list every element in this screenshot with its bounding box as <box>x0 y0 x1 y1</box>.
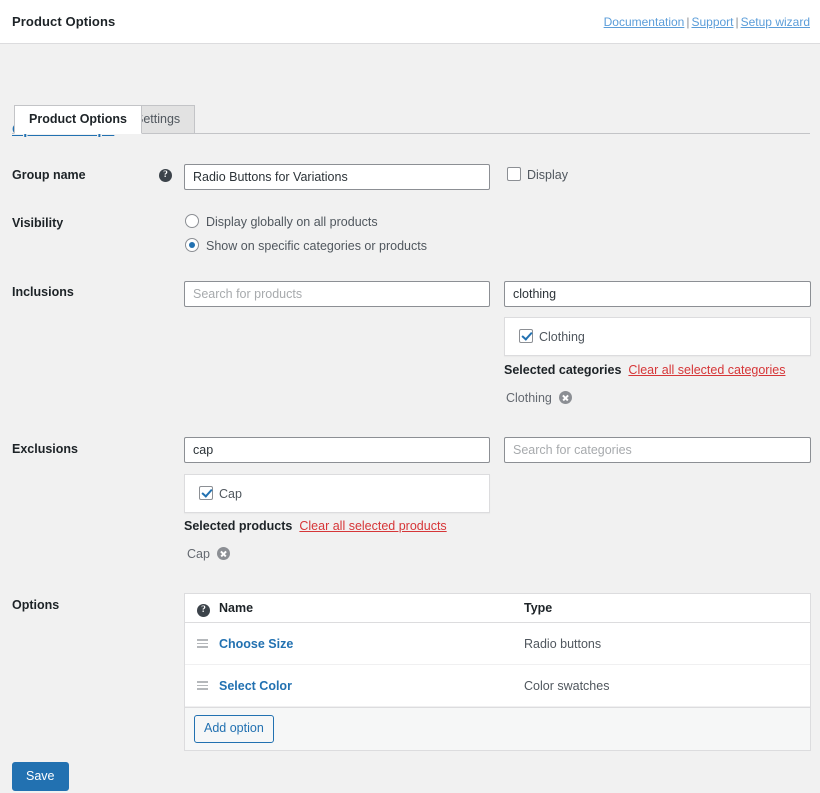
inclusions-selected-title: Selected categories <box>504 363 621 377</box>
header-links: Documentation|Support|Setup wizard <box>604 15 810 29</box>
exclusions-categories-input[interactable] <box>504 437 811 463</box>
exclusions-result-checkbox[interactable] <box>199 486 213 500</box>
options-table-footer: Add option <box>185 707 810 750</box>
inclusions-label: Inclusions <box>12 285 74 299</box>
display-checkbox-label: Display <box>521 168 568 182</box>
options-label: Options <box>12 598 59 612</box>
radio-global-input[interactable] <box>185 214 199 228</box>
inclusions-result-item[interactable]: Clothing <box>505 318 810 355</box>
option-name-cell: Select Color <box>219 679 524 693</box>
inclusions-result-label: Clothing <box>533 330 585 344</box>
inclusions-result-checkbox[interactable] <box>519 329 533 343</box>
exclusions-result-label: Cap <box>213 487 242 501</box>
exclusions-products-input[interactable] <box>184 437 490 463</box>
remove-circle-icon[interactable] <box>217 547 230 560</box>
inclusions-categories-input[interactable] <box>504 281 811 307</box>
option-link-choose-size[interactable]: Choose Size <box>219 637 293 651</box>
tab-product-options-label: Product Options <box>29 113 127 126</box>
display-checkbox[interactable] <box>507 167 521 181</box>
group-name-label: Group name <box>12 168 86 182</box>
table-row[interactable]: Select Color Color swatches <box>185 665 810 707</box>
drag-handle-icon[interactable] <box>197 637 219 650</box>
inclusions-results-panel: Clothing <box>504 317 811 356</box>
link-separator-2: | <box>734 15 741 29</box>
group-name-input[interactable] <box>184 164 490 190</box>
display-checkbox-wrapper[interactable]: Display <box>507 167 568 182</box>
inclusions-clear-all-link[interactable]: Clear all selected categories <box>621 363 785 377</box>
options-column-type: Type <box>524 601 552 615</box>
tab-product-options[interactable]: Product Options <box>14 105 142 134</box>
inclusions-chip-clothing: Clothing <box>506 391 572 405</box>
radio-specific-input[interactable] <box>185 238 199 252</box>
options-table: ? Name Type Choose Size Radio buttons Se… <box>184 593 811 751</box>
option-type-cell: Radio buttons <box>524 637 601 651</box>
inclusions-products-input[interactable] <box>184 281 490 307</box>
table-row[interactable]: Choose Size Radio buttons <box>185 623 810 665</box>
visibility-label: Visibility <box>12 216 63 230</box>
add-option-button[interactable]: Add option <box>194 715 274 742</box>
options-table-header: ? Name Type <box>185 594 810 623</box>
option-type-cell: Color swatches <box>524 679 609 693</box>
drag-handle-icon[interactable] <box>197 679 219 692</box>
option-link-select-color[interactable]: Select Color <box>219 679 292 693</box>
exclusions-label: Exclusions <box>12 442 78 456</box>
documentation-link[interactable]: Documentation <box>604 15 685 29</box>
setup-wizard-link[interactable]: Setup wizard <box>741 15 810 29</box>
top-bar: Product Options Documentation|Support|Se… <box>0 0 820 44</box>
exclusions-selected-title: Selected products <box>184 519 292 533</box>
exclusions-clear-all-link[interactable]: Clear all selected products <box>292 519 446 533</box>
radio-specific-label: Show on specific categories or products <box>199 239 427 253</box>
exclusions-chip-label: Cap <box>187 547 210 561</box>
support-link[interactable]: Support <box>691 15 733 29</box>
exclusions-chip-cap: Cap <box>187 547 230 561</box>
radio-global-label: Display globally on all products <box>199 215 378 229</box>
inclusions-chip-label: Clothing <box>506 391 552 405</box>
group-name-help-icon[interactable]: ? <box>159 165 172 182</box>
inclusions-selected-header: Selected categoriesClear all selected ca… <box>504 363 785 377</box>
visibility-radio-global[interactable]: Display globally on all products <box>185 214 378 229</box>
page-title: Product Options <box>12 14 115 29</box>
remove-circle-icon[interactable] <box>559 391 572 404</box>
save-button[interactable]: Save <box>12 762 69 791</box>
tab-bar: Product Options Settings <box>0 45 820 91</box>
options-header-help-icon[interactable]: ? <box>197 600 219 617</box>
visibility-radio-specific[interactable]: Show on specific categories or products <box>185 238 427 253</box>
exclusions-selected-header: Selected productsClear all selected prod… <box>184 519 447 533</box>
options-column-name: Name <box>219 601 524 615</box>
exclusions-results-panel: Cap <box>184 474 490 513</box>
exclusions-result-item[interactable]: Cap <box>185 475 489 512</box>
option-name-cell: Choose Size <box>219 637 524 651</box>
